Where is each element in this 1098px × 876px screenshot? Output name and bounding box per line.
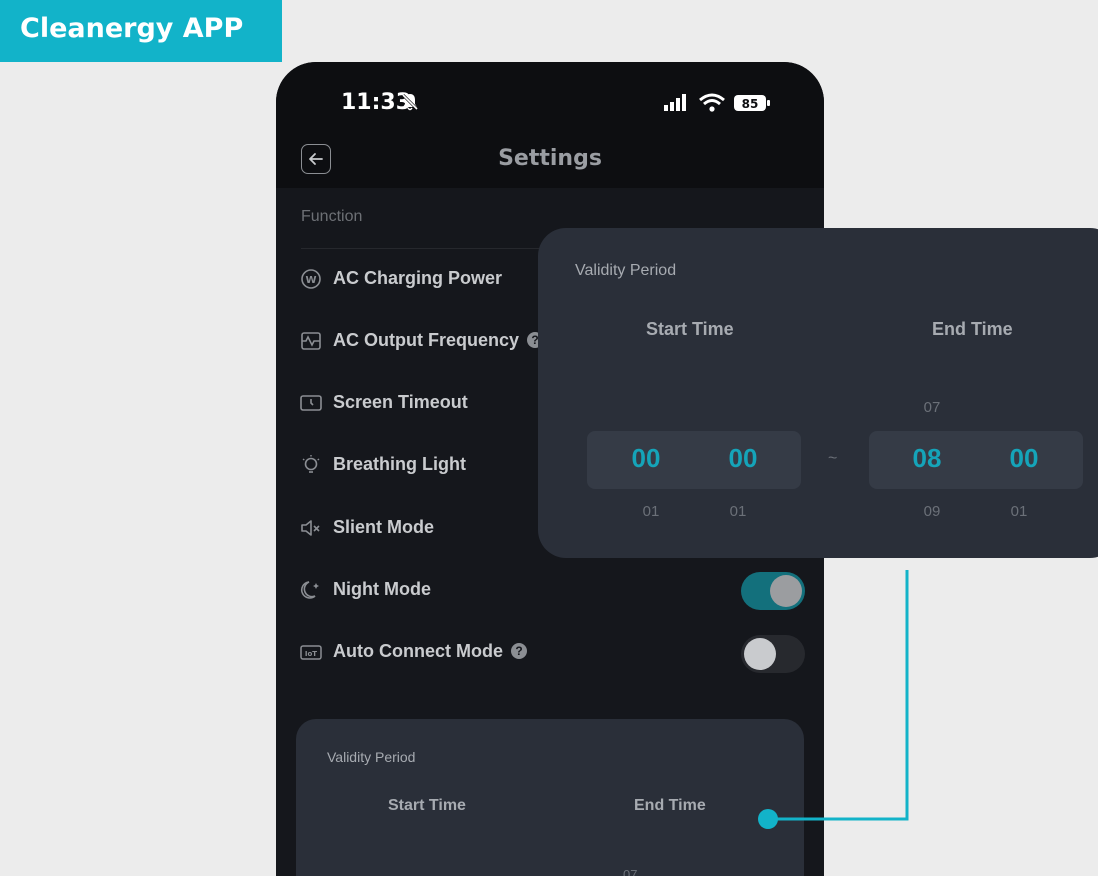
end-hour-above[interactable]: 07: [912, 399, 952, 416]
end-hour-value[interactable]: 08: [897, 443, 957, 474]
range-separator: ~: [828, 450, 838, 467]
start-hour-below[interactable]: 01: [631, 503, 671, 520]
end-minute-below[interactable]: 01: [999, 503, 1039, 520]
end-time-label: End Time: [932, 319, 1013, 339]
validity-period-zoom: Validity Period Start Time End Time 00 0…: [538, 228, 1098, 558]
start-hour-value[interactable]: 00: [616, 443, 676, 474]
start-time-label: Start Time: [646, 319, 734, 339]
start-minute-value[interactable]: 00: [713, 443, 773, 474]
zoom-title: Validity Period: [575, 262, 677, 279]
start-minute-below[interactable]: 01: [718, 503, 758, 520]
end-hour-below[interactable]: 09: [912, 503, 952, 520]
end-minute-value[interactable]: 00: [994, 443, 1054, 474]
